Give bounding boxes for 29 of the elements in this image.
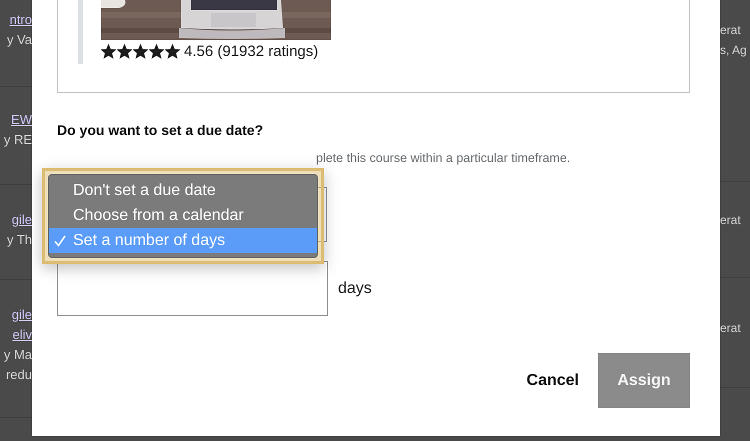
course-byline-fragment: y Va (6, 31, 32, 49)
course-link-fragment[interactable]: gile (0, 305, 32, 325)
star-icon (165, 44, 180, 59)
star-icon (117, 44, 132, 59)
course-link-fragment[interactable]: eliv (0, 325, 32, 345)
course-link-fragment[interactable]: EW (0, 110, 32, 130)
section-heading: Do you want to set a due date? (57, 122, 264, 138)
course-byline-fragment: erat (720, 22, 742, 39)
days-label: days (338, 280, 372, 298)
star-icon (101, 44, 116, 59)
course-link-fragment[interactable]: ntro (0, 10, 32, 30)
course-byline-fragment: redu (4, 366, 32, 384)
course-link-fragment[interactable]: gile (0, 210, 32, 230)
course-byline-fragment: s, Ag (720, 42, 748, 59)
star-icon (133, 44, 148, 59)
check-icon (53, 234, 67, 248)
star-icon (149, 44, 164, 59)
help-text: plete this course within a particular timeframe. (316, 150, 572, 166)
course-byline-fragment: y Th (6, 231, 32, 249)
days-input[interactable] (57, 261, 328, 316)
course-byline-fragment: y RE (2, 131, 32, 149)
rating-text: 4.56 (91932 ratings) (184, 43, 318, 60)
course-byline-fragment: erat (720, 320, 742, 337)
dropdown-option[interactable]: Don't set a due date (49, 178, 317, 203)
course-byline-fragment: erat (720, 212, 742, 229)
dropdown-option[interactable]: Set a number of days (49, 228, 317, 253)
cancel-button[interactable]: Cancel (526, 372, 579, 390)
dropdown-option[interactable]: Choose from a calendar (49, 203, 317, 228)
course-byline-fragment: y Ma (2, 346, 32, 364)
